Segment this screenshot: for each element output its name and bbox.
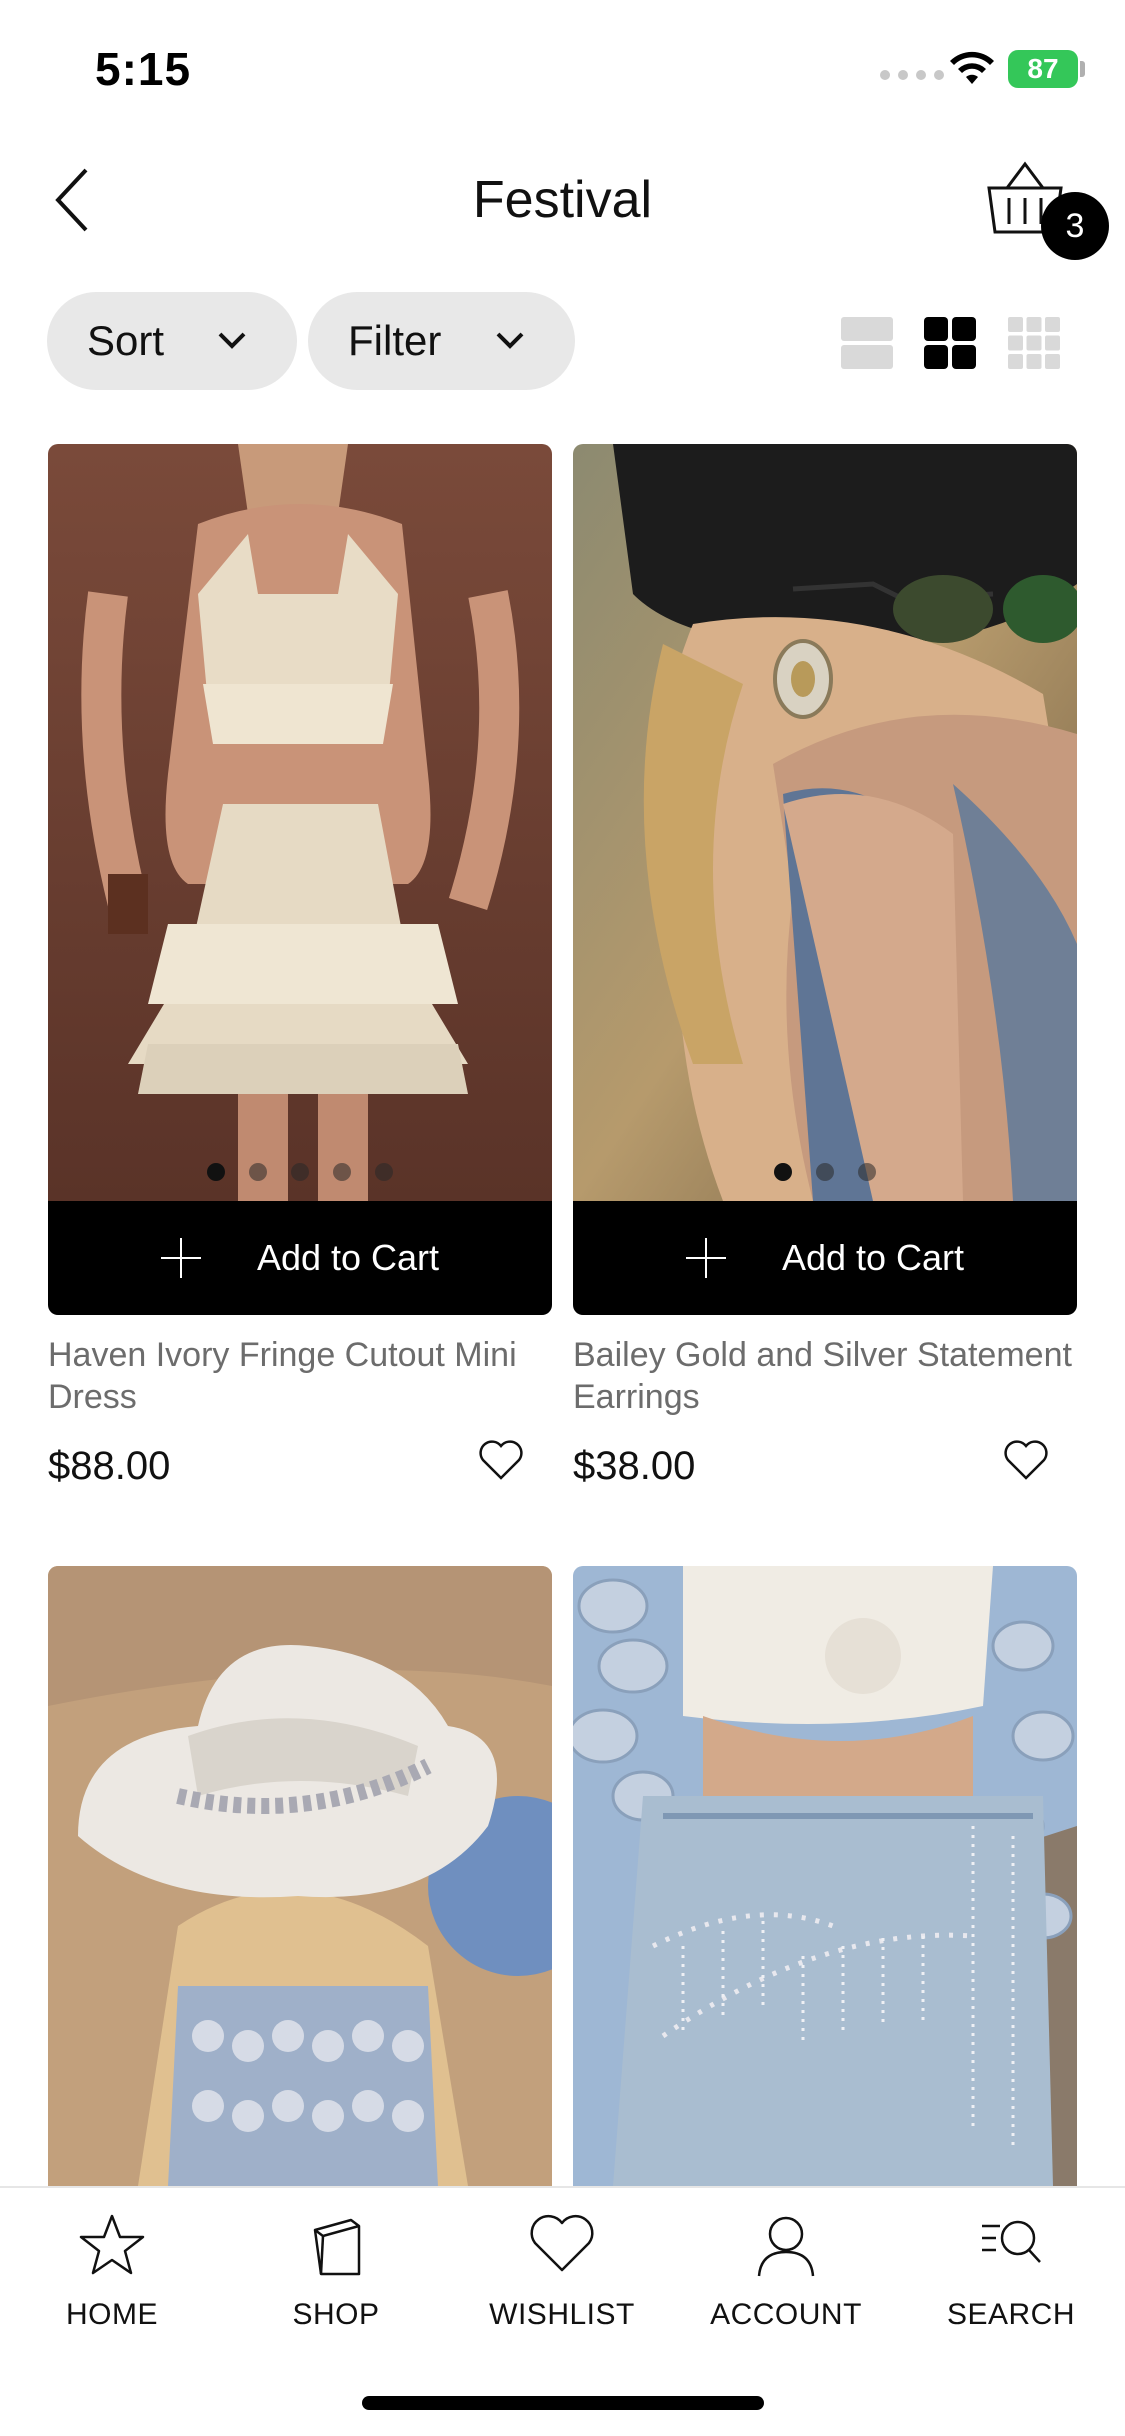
sort-label: Sort <box>87 317 165 364</box>
add-to-cart-button[interactable]: Add to Cart <box>48 1201 552 1315</box>
product-photo-denim-shorts <box>573 1566 1077 2186</box>
tab-home-label: HOME <box>66 2298 158 2331</box>
page-title: Festival <box>472 171 653 229</box>
three-column-view-icon[interactable] <box>1007 316 1061 370</box>
tab-account[interactable]: ACCOUNT <box>696 2210 876 2332</box>
two-column-view-icon[interactable] <box>923 316 977 370</box>
list-controls: Sort Filter <box>0 292 1125 392</box>
status-time: 5:15 <box>95 43 192 95</box>
add-to-cart-label: Add to Cart <box>781 1237 965 1278</box>
filter-label: Filter <box>348 317 442 364</box>
tab-shop[interactable]: SHOP <box>246 2210 426 2332</box>
heart-icon[interactable] <box>1003 1439 1049 1481</box>
star-icon <box>79 2214 145 2275</box>
product-image[interactable] <box>48 444 552 1201</box>
product-image[interactable] <box>573 444 1077 1201</box>
cellular-signal-icon <box>880 70 944 80</box>
battery-tip <box>1080 61 1085 77</box>
cart-count-badge: 3 <box>1041 192 1109 260</box>
product-price: $88.00 <box>48 1444 171 1488</box>
home-indicator[interactable] <box>362 2396 764 2410</box>
tab-home[interactable]: HOME <box>22 2210 202 2332</box>
shopping-bag-icon <box>313 2218 361 2276</box>
heart-icon <box>530 2214 594 2272</box>
product-photo-dress <box>48 444 552 1201</box>
product-photo-cowboy-hat <box>48 1566 552 2186</box>
tab-search-label: SEARCH <box>946 2298 1076 2331</box>
tab-shop-label: SHOP <box>292 2298 380 2331</box>
plus-icon <box>160 1238 201 1278</box>
image-carousel-dots[interactable] <box>48 1163 552 1181</box>
tab-wishlist-label: WISHLIST <box>489 2298 635 2331</box>
tab-wishlist[interactable]: WISHLIST <box>472 2210 652 2332</box>
wifi-icon <box>950 51 994 84</box>
add-to-cart-label: Add to Cart <box>256 1237 440 1278</box>
status-bar: 5:15 87 <box>0 0 1125 140</box>
product-price: $38.00 <box>573 1444 696 1488</box>
user-icon <box>757 2216 815 2277</box>
single-column-view-icon[interactable] <box>840 316 894 370</box>
product-image[interactable] <box>48 1566 552 2186</box>
plus-icon <box>685 1238 726 1278</box>
product-photo-earrings <box>573 444 1077 1201</box>
image-carousel-dots[interactable] <box>573 1163 1077 1181</box>
header: Festival <box>0 140 1125 260</box>
heart-icon[interactable] <box>478 1439 524 1481</box>
add-to-cart-button[interactable]: Add to Cart <box>573 1201 1077 1315</box>
battery-level: 87 <box>1027 53 1059 84</box>
filter-dropdown[interactable]: Filter <box>308 292 575 390</box>
chevron-down-icon <box>496 332 524 349</box>
battery-icon: 87 <box>1008 50 1078 88</box>
product-name[interactable]: Bailey Gold and Silver Statement Earring… <box>573 1334 1073 1418</box>
sort-dropdown[interactable]: Sort <box>47 292 297 390</box>
product-image[interactable] <box>573 1566 1077 2186</box>
tab-account-label: ACCOUNT <box>710 2298 862 2331</box>
product-name[interactable]: Haven Ivory Fringe Cutout Mini Dress <box>48 1334 548 1418</box>
chevron-down-icon <box>218 332 246 349</box>
search-icon <box>982 2220 1041 2263</box>
tab-search[interactable]: SEARCH <box>921 2210 1101 2332</box>
